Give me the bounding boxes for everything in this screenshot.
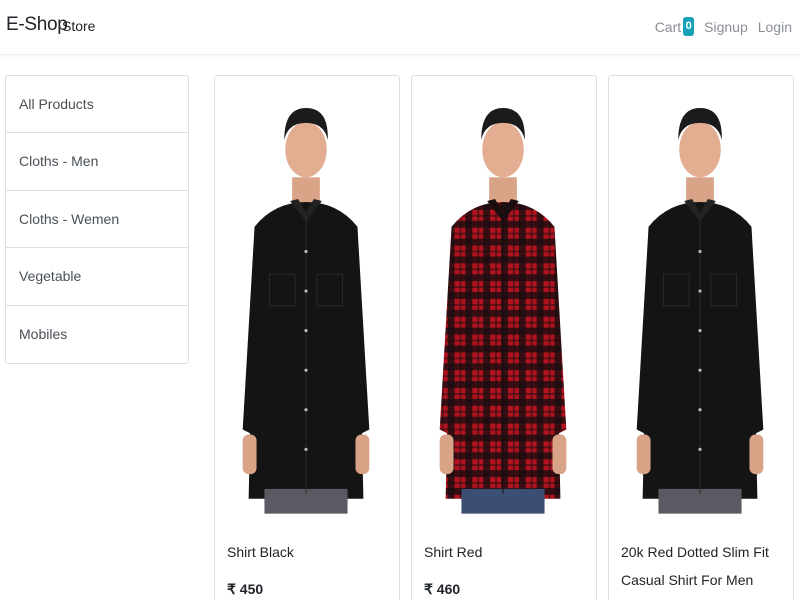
product-image[interactable] bbox=[609, 76, 793, 516]
category-vegetable[interactable]: Vegetable bbox=[6, 248, 188, 306]
top-navbar: E-Shop Store Cart 0 Signup Login bbox=[0, 0, 800, 55]
category-cloths-men[interactable]: Cloths - Men bbox=[6, 133, 188, 191]
login-link[interactable]: Login bbox=[758, 19, 792, 35]
product-card[interactable]: Shirt Red ₹ 460 bbox=[411, 75, 597, 600]
product-card[interactable]: Shirt Black ₹ 450 bbox=[214, 75, 400, 600]
category-cloths-women[interactable]: Cloths - Wemen bbox=[6, 191, 188, 249]
nav-right-links: Cart 0 Signup Login bbox=[655, 17, 792, 36]
category-sidebar: All Products Cloths - Men Cloths - Wemen… bbox=[5, 75, 189, 364]
category-all-products[interactable]: All Products bbox=[6, 76, 188, 134]
cart-count-badge: 0 bbox=[683, 17, 695, 36]
product-image[interactable] bbox=[412, 76, 596, 516]
signup-link[interactable]: Signup bbox=[704, 19, 748, 35]
cart-label: Cart bbox=[654, 18, 682, 35]
product-price: ₹ 460 bbox=[424, 581, 461, 597]
product-price: ₹ 450 bbox=[227, 581, 264, 597]
product-image[interactable] bbox=[215, 76, 399, 516]
category-mobiles[interactable]: Mobiles bbox=[6, 306, 188, 363]
product-card[interactable]: 20k Red Dotted Slim Fit Casual Shirt For… bbox=[608, 75, 794, 600]
product-title[interactable]: 20k Red Dotted Slim Fit Casual Shirt For… bbox=[621, 538, 783, 594]
product-title[interactable]: Shirt Black bbox=[227, 538, 389, 566]
cart-link[interactable]: Cart 0 bbox=[654, 17, 695, 36]
brand-logo-link[interactable]: E-Shop bbox=[6, 14, 68, 36]
product-title[interactable]: Shirt Red bbox=[424, 538, 586, 566]
store-link[interactable]: Store bbox=[62, 18, 95, 34]
